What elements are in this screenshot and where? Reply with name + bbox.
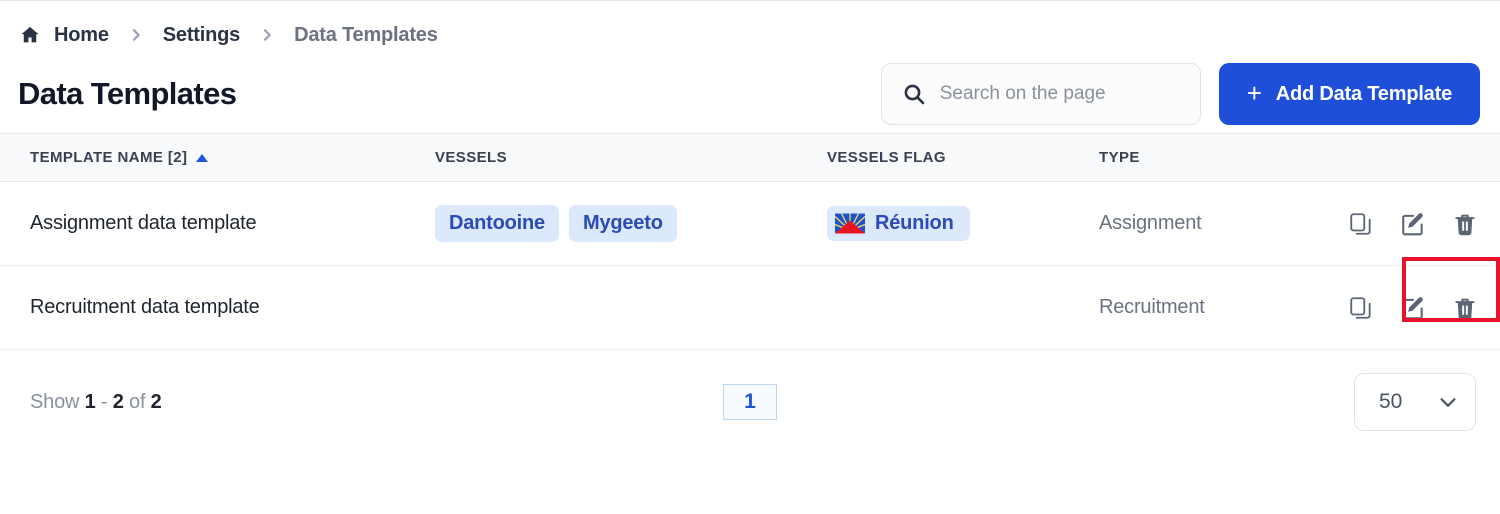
cell-vessels-flag: Réunion [817,182,1089,266]
cell-vessels [425,266,817,350]
add-data-template-label: Add Data Template [1275,82,1452,105]
column-header-vessels[interactable]: Vessels [425,134,817,182]
delete-button[interactable] [1452,209,1478,239]
cell-vessels: Dantooine Mygeeto [425,182,817,266]
chevron-down-icon [1437,391,1459,413]
results-of-word: of [129,390,146,413]
vessel-chip[interactable]: Dantooine [435,205,559,242]
chevron-right-icon [256,24,278,46]
breadcrumb-item-home[interactable]: Home [54,24,109,47]
search-icon [902,82,926,106]
breadcrumb-item-settings[interactable]: Settings [163,24,240,47]
page-header: Data Templates + Add Data Template [0,55,1500,133]
results-summary-prefix: Show [30,390,80,413]
data-templates-table: Template Name [2] Vessels Vessels Flag T… [0,133,1500,350]
cell-type: Assignment [1099,212,1202,234]
table-row[interactable]: Recruitment data template Recruitment [0,265,1500,350]
search-box[interactable] [880,63,1201,125]
column-header-type[interactable]: Type [1089,134,1344,182]
pagination-page-1[interactable]: 1 [723,384,777,420]
column-header-template-name[interactable]: Template Name [2] [0,134,425,182]
copy-button[interactable] [1348,209,1374,239]
cell-actions [1344,182,1500,266]
edit-button[interactable] [1400,209,1426,239]
column-header-vessels-flag[interactable]: Vessels Flag [817,134,1089,182]
page-size-select[interactable]: 50 [1354,373,1476,431]
page-root: Home Settings Data Templates Data Templa… [0,0,1500,514]
header-actions: + Add Data Template [880,63,1480,125]
results-summary: Show 1 - 2 of 2 [30,391,162,414]
breadcrumb-item-data-templates: Data Templates [294,23,438,46]
breadcrumb: Home Settings Data Templates [0,1,1500,46]
cell-template-name: Recruitment data template [30,296,260,318]
page-size-value: 50 [1379,390,1403,413]
cell-vessels-flag [817,266,1089,350]
chevron-right-icon [125,24,147,46]
table-body: Assignment data template Dantooine Mygee… [0,181,1500,350]
results-range-dash: - [100,390,108,413]
flag-reunion-icon [835,213,865,234]
page-title: Data Templates [18,76,237,111]
vessel-flag-chip[interactable]: Réunion [827,206,970,241]
cell-actions [1344,266,1500,350]
plus-icon: + [1246,78,1262,108]
copy-button[interactable] [1348,293,1374,323]
vessel-flag-label: Réunion [875,212,954,234]
column-header-template-name-label: Template Name [2] [30,149,188,166]
cell-template-name: Assignment data template [30,212,257,234]
delete-button[interactable] [1452,293,1478,323]
edit-button[interactable] [1400,293,1426,323]
table-head: Template Name [2] Vessels Vessels Flag T… [0,133,1500,182]
table-header-row: Template Name [2] Vessels Vessels Flag T… [0,133,1500,182]
table-footer: Show 1 - 2 of 2 1 50 [0,350,1500,454]
results-range-end: 2 [112,390,124,413]
results-range-start: 1 [84,390,96,413]
search-input[interactable] [939,83,1180,105]
vessel-chip[interactable]: Mygeeto [568,205,677,242]
add-data-template-button[interactable]: + Add Data Template [1218,63,1480,125]
column-header-actions [1344,134,1500,182]
caret-up-icon [196,153,209,162]
pagination: 1 [0,384,1500,420]
table-row[interactable]: Assignment data template Dantooine Mygee… [0,181,1500,266]
results-total: 2 [150,390,162,413]
home-icon [18,23,42,47]
cell-type: Recruitment [1099,296,1205,318]
